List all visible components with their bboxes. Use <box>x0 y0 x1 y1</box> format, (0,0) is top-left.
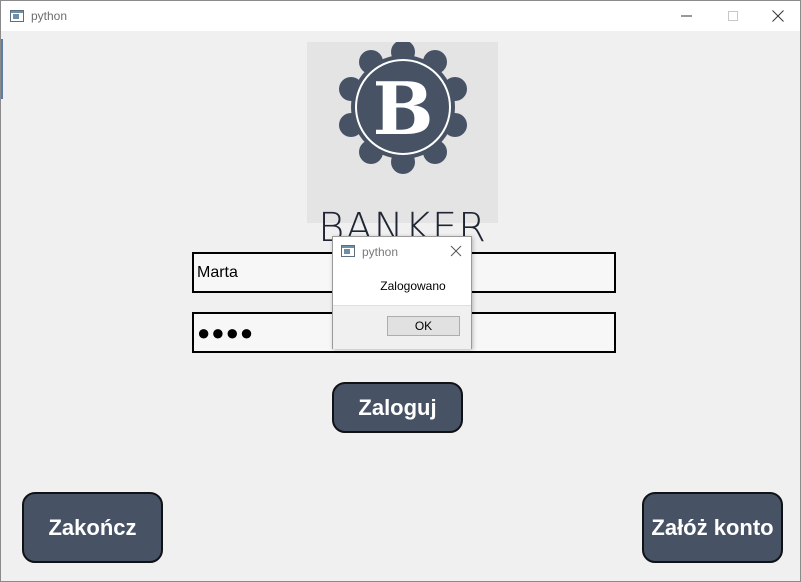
window-edge-accent <box>1 39 3 99</box>
logo-badge-icon: B <box>339 42 467 174</box>
create-account-button[interactable]: Załóż konto <box>642 492 783 563</box>
minimize-icon <box>681 15 692 17</box>
dialog-app-icon <box>341 245 355 257</box>
main-window: python B BANKER Marta ●●●● Zaloguj Zakoń… <box>0 0 801 582</box>
window-title: python <box>31 9 68 23</box>
close-button[interactable] <box>755 1 800 31</box>
dialog-ok-button[interactable]: OK <box>387 316 460 336</box>
message-dialog: python Zalogowano OK <box>332 236 472 349</box>
exit-button[interactable]: Zakończ <box>22 492 163 563</box>
app-icon <box>10 10 24 22</box>
dialog-title: python <box>362 245 399 259</box>
minimize-button[interactable] <box>664 1 710 31</box>
title-bar[interactable]: python <box>1 1 800 31</box>
maximize-icon <box>728 11 738 21</box>
dialog-title-bar[interactable]: python <box>333 237 471 267</box>
logo-letter: B <box>373 66 434 151</box>
login-button[interactable]: Zaloguj <box>332 382 463 433</box>
banker-logo: B BANKER <box>307 42 498 248</box>
maximize-button[interactable] <box>710 1 756 31</box>
dialog-message: Zalogowano <box>380 279 446 293</box>
dialog-close-icon[interactable] <box>449 244 463 258</box>
dialog-footer: OK <box>333 305 471 349</box>
dialog-body: Zalogowano <box>333 267 471 305</box>
close-icon <box>772 10 784 22</box>
